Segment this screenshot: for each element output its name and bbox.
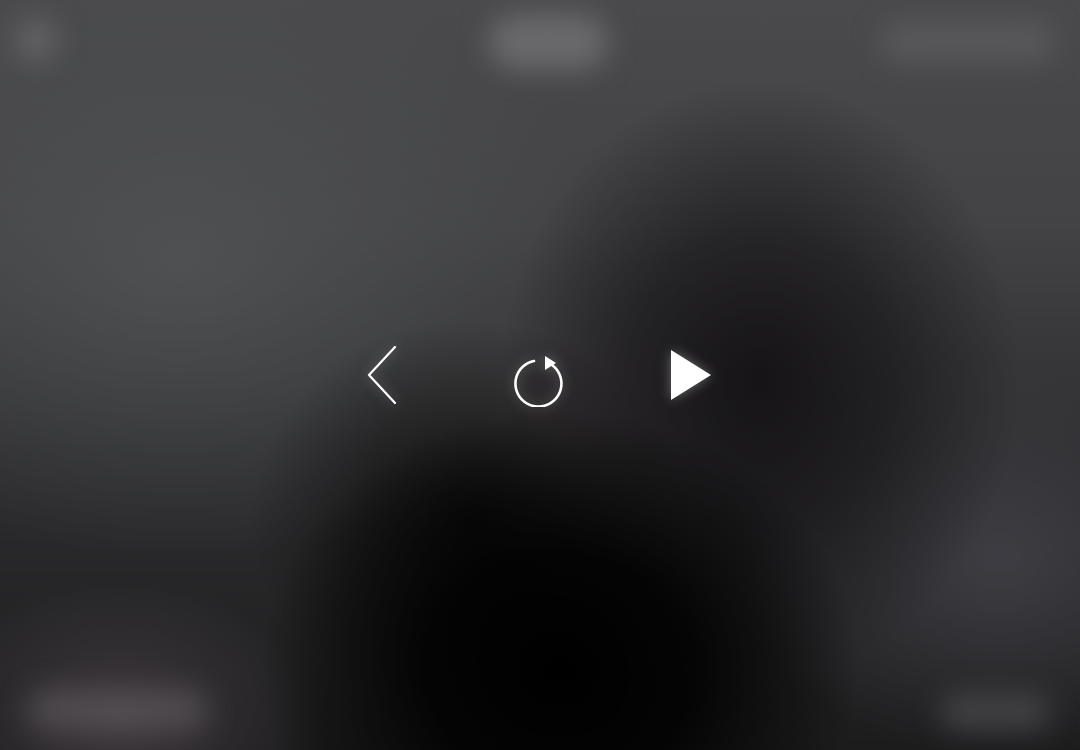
replay-icon — [510, 343, 570, 407]
blurred-top-right-control — [880, 22, 1055, 62]
blurred-close-control — [14, 18, 58, 62]
blurred-bottom-right-control — [940, 694, 1050, 730]
chevron-left-icon — [365, 344, 405, 406]
blurred-bottom-left-control — [28, 690, 208, 730]
back-button[interactable] — [340, 330, 430, 420]
replay-button[interactable] — [495, 330, 585, 420]
video-player-screen — [0, 0, 1080, 750]
play-button[interactable] — [645, 330, 735, 420]
play-icon — [667, 347, 713, 403]
blurred-title-area — [488, 14, 608, 70]
playback-controls — [0, 330, 1080, 420]
